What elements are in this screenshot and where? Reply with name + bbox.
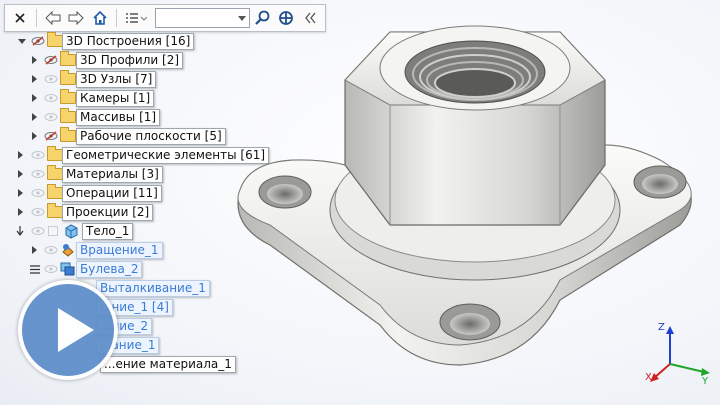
folder-icon (47, 146, 63, 161)
eye-icon[interactable] (44, 74, 58, 84)
home-icon[interactable] (89, 7, 111, 29)
close-icon[interactable] (9, 7, 31, 29)
y-axis-line (669, 363, 705, 373)
tree-item-label[interactable]: Тело_1 (82, 223, 134, 240)
folder-icon (60, 51, 76, 66)
tree-item-label[interactable]: Операции [11] (62, 185, 162, 202)
expand-down-icon[interactable] (18, 39, 26, 44)
tree-item-label[interactable]: 3D Узлы [7] (76, 71, 157, 88)
toolbar-divider (115, 9, 117, 27)
play-video-button[interactable] (18, 280, 118, 380)
eye-hidden-icon[interactable] (44, 55, 58, 65)
z-axis-label: Z (658, 322, 665, 333)
folder-icon (60, 108, 76, 123)
tree-item-label[interactable]: Проекции [2] (62, 204, 154, 221)
folder-icon (47, 32, 63, 47)
expand-right-icon[interactable] (18, 170, 23, 178)
eye-hidden-icon[interactable] (44, 131, 58, 141)
folder-icon (60, 89, 76, 104)
boolean-icon (60, 262, 75, 276)
tree-item-label[interactable]: 3D Построения [16] (62, 33, 195, 50)
expand-right-icon[interactable] (32, 246, 37, 254)
eye-icon[interactable] (44, 245, 58, 255)
tree-item-label[interactable]: Материалы [3] (62, 166, 163, 183)
body-cube-icon (65, 224, 78, 239)
checkbox[interactable] (48, 226, 58, 236)
folder-icon (47, 165, 63, 180)
eye-icon[interactable] (31, 207, 45, 217)
tree-item-label[interactable]: 3D Профили [2] (76, 52, 184, 69)
folder-icon (60, 70, 76, 85)
eye-icon[interactable] (31, 150, 45, 160)
tree-item-label[interactable]: Массивы [1] (76, 109, 161, 126)
tree-item-label[interactable]: Вращение_1 (76, 242, 163, 259)
folder-icon (60, 127, 76, 142)
eye-icon[interactable] (44, 264, 58, 274)
arrow-left-icon[interactable] (42, 7, 64, 29)
eye-icon[interactable] (31, 169, 45, 179)
expand-right-icon[interactable] (32, 113, 37, 121)
grip-lines-icon (30, 265, 40, 274)
tree-item-label[interactable]: ...ение материала_1 (100, 356, 236, 373)
expand-right-icon[interactable] (18, 151, 23, 159)
z-axis-arrow (666, 326, 674, 334)
x-axis-label: X (645, 372, 652, 383)
eye-icon[interactable] (31, 226, 45, 236)
expand-right-icon[interactable] (32, 56, 37, 64)
eye-icon[interactable] (44, 93, 58, 103)
tree-item-label[interactable]: Выталкивание_1 (96, 280, 210, 297)
axis-triad: Z X Y (645, 322, 710, 387)
eye-hidden-icon[interactable] (31, 36, 45, 46)
tree-item-label[interactable]: Рабочие плоскости [5] (76, 128, 226, 145)
revolve-icon (62, 244, 74, 257)
list-view-icon[interactable] (122, 7, 150, 29)
y-axis-arrow (701, 368, 710, 376)
expand-right-icon[interactable] (32, 94, 37, 102)
expand-right-icon[interactable] (32, 75, 37, 83)
eye-icon[interactable] (44, 112, 58, 122)
tree-item-label[interactable]: Булева_2 (76, 261, 143, 278)
arrow-right-icon[interactable] (65, 7, 87, 29)
eye-icon[interactable] (31, 188, 45, 198)
arrow-down-small-icon (16, 226, 24, 236)
expand-right-icon[interactable] (18, 189, 23, 197)
toolbar-divider (35, 9, 37, 27)
folder-icon (47, 203, 63, 218)
tree-item-label[interactable]: Камеры [1] (76, 90, 155, 107)
expand-right-icon[interactable] (32, 132, 37, 140)
folder-icon (47, 184, 63, 199)
y-axis-label: Y (701, 376, 709, 387)
expand-right-icon[interactable] (18, 208, 23, 216)
